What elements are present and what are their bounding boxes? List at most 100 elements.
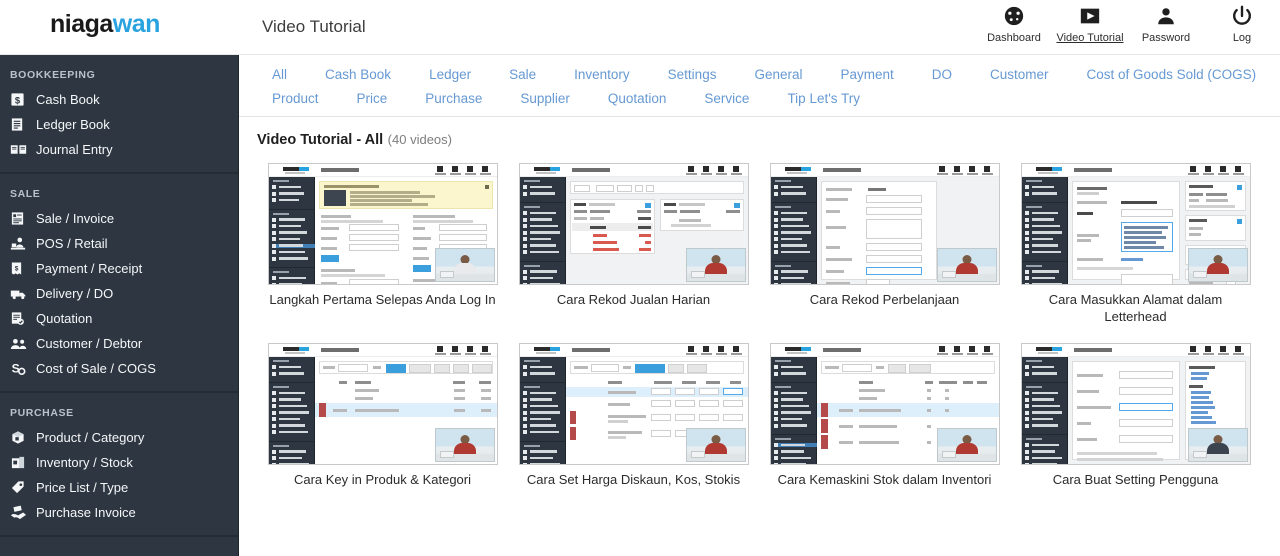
category-link-quotation[interactable]: Quotation [589,91,686,106]
category-link-customer[interactable]: Customer [971,67,1068,82]
sidebar-item-quotation[interactable]: Quotation [0,306,238,331]
cogs-icon: S [10,361,36,376]
sidebar-item-purchase-invoice[interactable]: Purchase Invoice [0,500,238,525]
cash-book-icon: $ [10,92,36,107]
nav-item-logout[interactable]: Log [1204,2,1280,44]
sidebar-label-quotation: Quotation [36,311,93,326]
nav-label-dashboard: Dashboard [987,32,1041,44]
video-card[interactable]: Cara Key in Produk & Kategori [257,343,508,488]
video-caption: Cara Rekod Perbelanjaan [809,292,960,307]
play-icon [1052,4,1128,28]
category-row-2: Product Price Purchase Supplier Quotatio… [239,91,1280,106]
sidebar-item-product-category[interactable]: Product / Category [0,425,238,450]
video-caption: Cara Buat Setting Pengguna [1052,472,1219,487]
category-link-payment[interactable]: Payment [821,67,912,82]
sidebar-item-cost-of-sale[interactable]: S Cost of Sale / COGS [0,356,238,381]
nav-item-password[interactable]: Password [1128,2,1204,44]
nav-item-video-tutorial[interactable]: Video Tutorial [1052,2,1128,44]
price-tag-icon [10,480,36,495]
sidebar-heading-purchase: PURCHASE [10,407,74,419]
dashboard-icon [976,4,1052,28]
sidebar-label-delivery-do: Delivery / DO [36,286,114,301]
video-thumbnail[interactable] [267,163,498,285]
sidebar-item-delivery-do[interactable]: Delivery / DO [0,281,238,306]
sidebar-label-ledger-book: Ledger Book [36,117,110,132]
video-thumbnail[interactable] [1020,163,1251,285]
category-link-inventory[interactable]: Inventory [555,67,649,82]
sidebar-item-journal-entry[interactable]: Journal Entry [0,137,238,162]
svg-text:$: $ [15,95,21,105]
sidebar-group-bookkeeping: BOOKKEEPING $ Cash Book Ledger Book Jour… [0,55,238,174]
sidebar-item-customer-debtor[interactable]: Customer / Debtor [0,331,238,356]
video-thumbnail[interactable] [267,343,498,465]
category-link-sale[interactable]: Sale [490,67,555,82]
category-link-general[interactable]: General [735,67,821,82]
sidebar-heading-sale: SALE [10,188,41,200]
sidebar-item-inventory-stock[interactable]: Inventory / Stock [0,450,238,475]
section-video-count: (40 videos) [387,132,452,147]
category-link-product[interactable]: Product [253,91,338,106]
category-link-tip-lets-try[interactable]: Tip Let's Try [768,91,879,106]
main-content: All Cash Book Ledger Sale Inventory Sett… [239,55,1280,556]
sidebar-label-cash-book: Cash Book [36,92,100,107]
video-thumbnail[interactable] [769,343,1000,465]
video-caption: Cara Rekod Jualan Harian [556,292,711,307]
sidebar-label-customer-debtor: Customer / Debtor [36,336,143,351]
video-thumbnail[interactable] [518,343,749,465]
sidebar-item-cash-book[interactable]: $ Cash Book [0,87,238,112]
video-card[interactable]: Cara Buat Setting Pengguna [1010,343,1261,488]
nav-item-dashboard[interactable]: Dashboard [976,2,1052,44]
sidebar-label-price-list-type: Price List / Type [36,480,129,495]
top-bar: niagawan Video Tutorial Dashboard Video … [0,0,1280,55]
sidebar-label-sale-invoice: Sale / Invoice [36,211,115,226]
video-thumbnail[interactable] [1020,343,1251,465]
thumbnail-screenshot [1021,344,1250,464]
category-link-purchase[interactable]: Purchase [406,91,501,106]
product-icon [10,430,36,445]
svg-text:$: $ [15,265,19,272]
logo-text-accent: wan [112,10,161,38]
sidebar-label-cost-of-sale: Cost of Sale / COGS [36,361,156,376]
category-link-cash-book[interactable]: Cash Book [306,67,410,82]
category-link-ledger[interactable]: Ledger [410,67,490,82]
sidebar-item-ledger-book[interactable]: Ledger Book [0,112,238,137]
video-grid: Langkah Pertama Selepas Anda Log In Cara… [257,163,1280,488]
sidebar-item-price-list-type[interactable]: Price List / Type [0,475,238,500]
video-thumbnail[interactable] [769,163,1000,285]
video-card[interactable]: Cara Set Harga Diskaun, Kos, Stokis [508,343,759,488]
video-card[interactable]: Langkah Pertama Selepas Anda Log In [257,163,508,325]
sidebar-item-sale-invoice[interactable]: Sale / Invoice [0,206,238,231]
presenter-video-overlay [1187,248,1248,282]
category-link-all[interactable]: All [253,67,306,82]
video-card[interactable]: Cara Rekod Perbelanjaan [759,163,1010,325]
sidebar: BOOKKEEPING $ Cash Book Ledger Book Jour… [0,55,239,556]
sidebar-item-payment-receipt[interactable]: $ Payment / Receipt [0,256,238,281]
presenter-video-overlay [434,248,495,282]
svg-text:S: S [12,361,20,375]
power-icon [1204,4,1280,28]
video-caption: Cara Key in Produk & Kategori [293,472,472,487]
pos-icon [10,236,36,251]
category-link-service[interactable]: Service [685,91,768,106]
nav-label-logout: Log [1232,32,1252,44]
category-link-price[interactable]: Price [338,91,407,106]
video-card[interactable]: Cara Rekod Jualan Harian [508,163,759,325]
category-link-do[interactable]: DO [913,67,971,82]
category-link-supplier[interactable]: Supplier [501,91,589,106]
quotation-icon [10,311,36,326]
video-thumbnail[interactable] [518,163,749,285]
app-logo[interactable]: niagawan [50,10,160,39]
journal-entry-icon [10,142,36,157]
sidebar-heading-bookkeeping: BOOKKEEPING [10,69,96,81]
sidebar-item-pos-retail[interactable]: POS / Retail [0,231,238,256]
category-link-settings[interactable]: Settings [649,67,736,82]
presenter-video-overlay [685,428,746,462]
category-link-cogs[interactable]: Cost of Goods Sold (COGS) [1068,67,1276,82]
thumbnail-screenshot [519,164,748,284]
logo-text-primary: niaga [50,10,113,38]
video-card[interactable]: Cara Masukkan Alamat dalam Letterhead [1010,163,1261,325]
sidebar-label-inventory-stock: Inventory / Stock [36,455,133,470]
presenter-video-overlay [936,248,997,282]
presenter-video-overlay [434,428,495,462]
video-card[interactable]: Cara Kemaskini Stok dalam Inventori [759,343,1010,488]
